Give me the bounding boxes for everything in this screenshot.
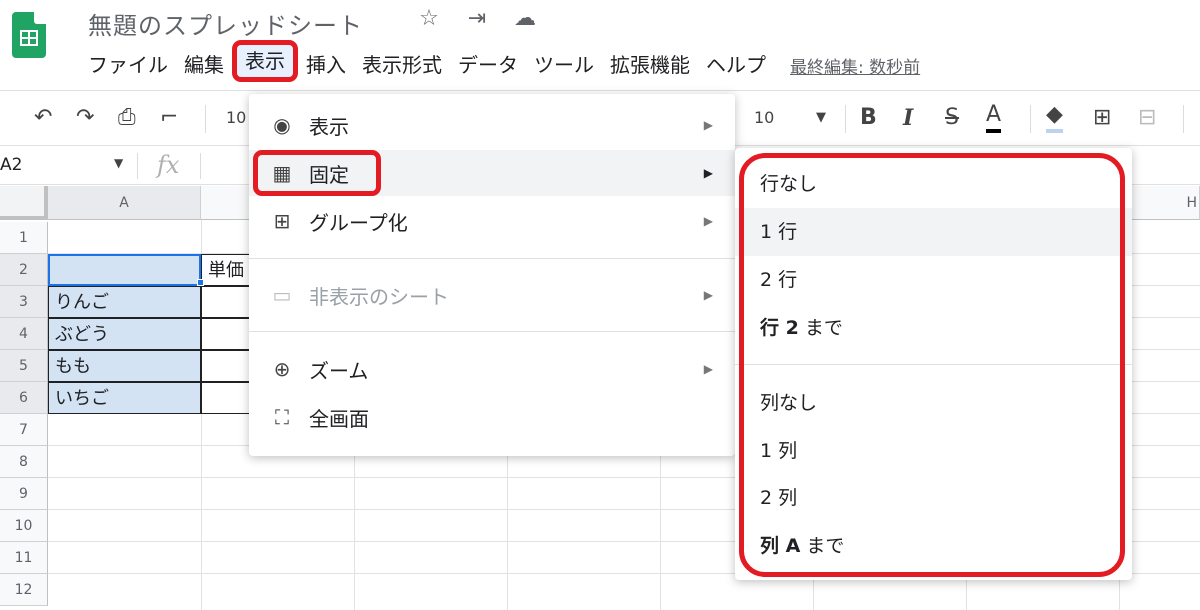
menu-item-label: 表示: [309, 114, 349, 139]
row-header[interactable]: 12: [0, 574, 48, 606]
zoom-icon: ⊕: [273, 357, 291, 381]
row-header[interactable]: 11: [0, 542, 48, 574]
submenu-arrow-icon: ▶: [703, 288, 713, 302]
row-header[interactable]: 8: [0, 446, 48, 478]
submenu-arrow-icon: ▶: [703, 214, 713, 228]
submenu-arrow-icon: ▶: [703, 362, 713, 376]
menu-item-label: 非表示のシート: [309, 284, 449, 309]
text-color-button[interactable]: A: [986, 101, 1002, 133]
italic-button[interactable]: I: [903, 101, 913, 135]
fill-color-icon[interactable]: ◆: [1046, 101, 1063, 133]
row-header[interactable]: 7: [0, 414, 48, 446]
merge-cells-icon[interactable]: ⊟: [1138, 101, 1156, 135]
submenu-arrow-icon: ▶: [703, 166, 713, 180]
toolbar-divider: [205, 105, 206, 133]
view-menu-item-show[interactable]: ◉ 表示 ▶: [249, 102, 735, 148]
row-header[interactable]: 10: [0, 510, 48, 542]
strikethrough-button[interactable]: S: [945, 101, 959, 135]
row-header[interactable]: 2: [0, 254, 48, 286]
cloud-status-icon[interactable]: ☁: [511, 6, 539, 31]
undo-icon[interactable]: ↶: [34, 101, 52, 135]
menu-item-label: グループ化: [309, 210, 408, 235]
sheets-logo[interactable]: [12, 12, 46, 58]
divider: [137, 153, 138, 179]
menu-insert[interactable]: 挿入: [298, 48, 354, 82]
grid-icon: [20, 30, 38, 46]
view-menu-item-group[interactable]: ⊞ グループ化 ▶: [249, 198, 735, 244]
hidden-sheet-icon: ▭: [272, 283, 292, 307]
cell-a2[interactable]: [48, 254, 201, 286]
row-header[interactable]: 5: [0, 350, 48, 382]
redo-icon[interactable]: ↷: [76, 101, 94, 135]
menu-data[interactable]: データ: [450, 48, 526, 82]
move-folder-icon[interactable]: ⇥: [463, 6, 491, 31]
row-header[interactable]: 4: [0, 318, 48, 350]
toolbar-divider: [845, 105, 846, 133]
select-all-corner[interactable]: [0, 186, 48, 220]
bold-button[interactable]: B: [860, 101, 877, 135]
menu-help[interactable]: ヘルプ: [698, 48, 774, 82]
chevron-down-icon[interactable]: ▼: [114, 156, 123, 170]
menu-file[interactable]: ファイル: [88, 48, 176, 82]
row-header[interactable]: 6: [0, 382, 48, 414]
submenu-arrow-icon: ▶: [703, 118, 713, 132]
eye-icon: ◉: [273, 113, 291, 137]
menu-format[interactable]: 表示形式: [354, 48, 450, 82]
menu-extensions[interactable]: 拡張機能: [602, 48, 698, 82]
font-size-select[interactable]: 10: [754, 101, 774, 135]
view-menu-item-fullscreen[interactable]: ⛶ 全画面: [249, 394, 735, 440]
menu-edit[interactable]: 編集: [176, 48, 232, 82]
view-menu-item-zoom[interactable]: ⊕ ズーム ▶: [249, 346, 735, 392]
fill-handle[interactable]: [197, 279, 204, 286]
zoom-select[interactable]: 10: [226, 101, 246, 135]
menu-divider: [249, 331, 735, 332]
cell-a5[interactable]: もも: [48, 350, 201, 382]
toolbar-divider: [1030, 105, 1031, 133]
borders-icon[interactable]: ⊞: [1093, 101, 1111, 135]
cell-a4[interactable]: ぶどう: [48, 318, 201, 350]
menu-item-label: 全画面: [309, 406, 369, 431]
view-menu-item-hidden-sheets: ▭ 非表示のシート ▶: [249, 272, 735, 318]
divider: [200, 153, 201, 179]
cell-a6[interactable]: いちご: [48, 382, 201, 414]
freeze-annotation-box: [253, 150, 381, 196]
view-menu: ◉ 表示 ▶ ▦ 固定 ▶ ⊞ グループ化 ▶ ▭ 非表示のシート ▶ ⊕ ズー…: [249, 94, 735, 456]
toolbar-divider: [1183, 105, 1184, 133]
menu-item-label: ズーム: [309, 358, 369, 383]
row-header[interactable]: 1: [0, 222, 48, 254]
submenu-annotation-box: [739, 153, 1125, 577]
last-edit-link[interactable]: 最終編集: 数秒前: [790, 53, 920, 78]
menu-view[interactable]: 表示: [232, 40, 298, 82]
menu-bar: ファイル 編集 表示 挿入 表示形式 データ ツール 拡張機能 ヘルプ 最終編集…: [88, 40, 920, 82]
menu-tools[interactable]: ツール: [526, 48, 602, 82]
column-header[interactable]: A: [48, 186, 201, 220]
cell-a3[interactable]: りんご: [48, 286, 201, 318]
group-icon: ⊞: [273, 209, 291, 233]
paint-format-icon[interactable]: ⌐: [160, 101, 178, 135]
row-header[interactable]: 3: [0, 286, 48, 318]
row-header[interactable]: 9: [0, 478, 48, 510]
fx-icon: fx: [157, 151, 180, 179]
fullscreen-icon: ⛶: [275, 405, 289, 429]
chevron-down-icon[interactable]: ▼: [816, 101, 826, 135]
menu-divider: [249, 258, 735, 259]
document-title[interactable]: 無題のスプレッドシート: [88, 6, 363, 41]
print-icon[interactable]: ⎙: [118, 101, 136, 135]
star-icon[interactable]: ☆: [415, 6, 443, 31]
name-box[interactable]: A2: [0, 155, 22, 175]
